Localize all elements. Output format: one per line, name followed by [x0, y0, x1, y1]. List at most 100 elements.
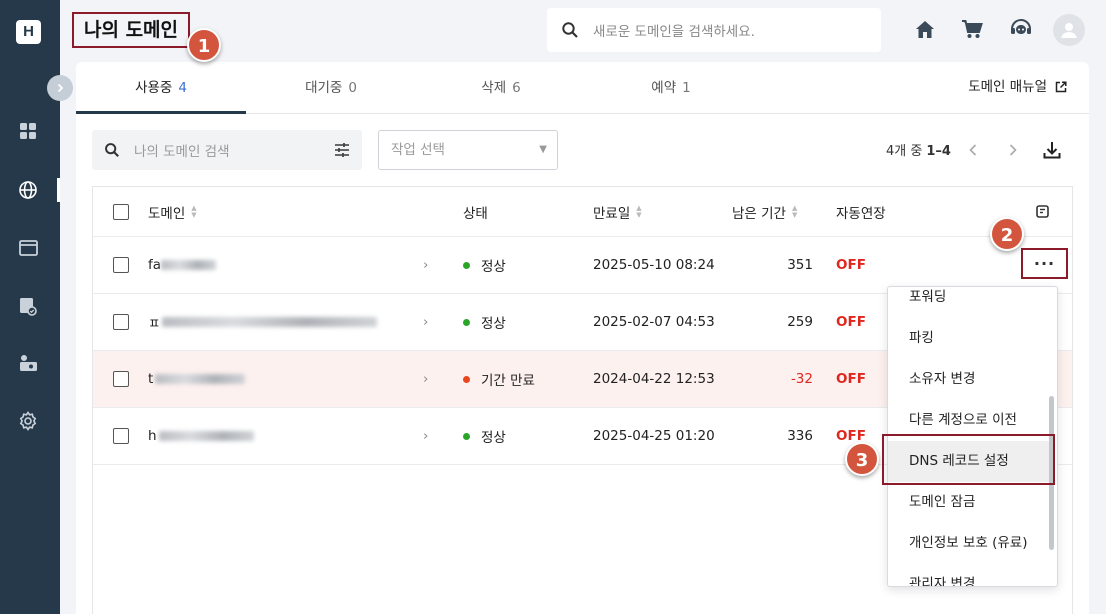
domain-prefix: fa	[148, 257, 162, 273]
certificate-icon[interactable]	[17, 295, 39, 317]
row-chevron-icon[interactable]: ›	[423, 351, 428, 407]
tab-count: 0	[348, 80, 357, 96]
column-autorenew: 자동연장	[836, 187, 886, 236]
logo[interactable]: H	[16, 20, 41, 44]
autorenew-status[interactable]: OFF	[836, 351, 866, 407]
column-settings-icon	[1036, 204, 1049, 218]
search-icon	[105, 143, 119, 157]
tab-in-use[interactable]: 사용중 4	[76, 62, 246, 114]
step-marker-3: 3	[845, 442, 879, 476]
globe-icon[interactable]	[17, 179, 39, 201]
user-avatar[interactable]	[1053, 14, 1085, 46]
row-more-button[interactable]: ···	[1021, 248, 1068, 279]
filter-placeholder: 나의 도메인 검색	[134, 144, 230, 160]
column-expiry[interactable]: 만료일 ▲ ▼	[593, 187, 642, 236]
select-all-checkbox[interactable]	[113, 203, 129, 220]
menu-item-owner-change[interactable]: 소유자 변경	[888, 359, 1053, 400]
step-marker-2: 2	[990, 217, 1024, 251]
status-label: 정상	[481, 430, 506, 446]
window-icon[interactable]	[17, 237, 39, 259]
menu-item-forwarding[interactable]: 포워딩	[888, 287, 1053, 318]
remaining-days: 351	[787, 257, 813, 273]
tab-label: 삭제	[481, 80, 507, 96]
tab-label: 사용중	[135, 80, 173, 96]
settings-icon[interactable]	[17, 410, 39, 432]
user-icon	[1061, 23, 1077, 38]
row-chevron-icon[interactable]: ›	[423, 408, 428, 464]
download-button[interactable]	[1042, 140, 1062, 160]
tab-reserved[interactable]: 예약 1	[586, 62, 756, 114]
sort-icon: ▲ ▼	[191, 203, 197, 219]
expiry-date: 2025-02-07 04:53	[593, 314, 715, 330]
more-horizontal-icon: ···	[1033, 254, 1056, 273]
tab-label: 예약	[651, 80, 677, 96]
status-label: 정상	[481, 259, 506, 275]
action-select-value: 작업 선택	[391, 142, 445, 158]
search-icon	[562, 22, 578, 38]
tab-bar: 사용중 4 대기중 0 삭제 6 예약 1 도메인 매뉴얼	[76, 62, 1089, 114]
status: 기간 만료	[463, 351, 535, 407]
home-icon[interactable]	[912, 16, 938, 42]
dashboard-icon[interactable]	[17, 120, 39, 142]
tab-count: 1	[682, 80, 691, 96]
column-domain[interactable]: 도메인 ▲ ▼	[148, 187, 197, 236]
external-link-icon	[1055, 81, 1067, 93]
column-remaining[interactable]: 남은 기간 ▲ ▼	[732, 187, 797, 236]
row-chevron-icon[interactable]: ›	[423, 237, 428, 293]
support-chat-icon[interactable]	[1008, 16, 1034, 42]
status-label: 기간 만료	[481, 373, 535, 389]
domain-name[interactable]: fa	[148, 237, 217, 293]
domain-prefix: h	[148, 428, 157, 444]
column-status-label: 상태	[463, 205, 488, 222]
autorenew-status[interactable]: OFF	[836, 237, 866, 293]
filter-options-icon[interactable]	[334, 143, 350, 157]
domain-name[interactable]: t	[148, 351, 246, 407]
menu-item-admin-change[interactable]: 관리자 변경	[888, 564, 1053, 586]
status-dot	[463, 432, 470, 440]
page-title: 나의 도메인	[72, 12, 190, 48]
expiry-date: 2025-05-10 08:24	[593, 257, 715, 273]
domain-name[interactable]: h	[148, 408, 254, 464]
status-dot	[463, 375, 470, 383]
menu-item-parking[interactable]: 파킹	[888, 318, 1053, 359]
manual-link-label: 도메인 매뉴얼	[968, 79, 1047, 95]
row-checkbox[interactable]	[113, 428, 129, 444]
search-placeholder: 새로운 도메인을 검색하세요.	[593, 24, 755, 40]
column-status: 상태	[463, 187, 488, 236]
row-checkbox[interactable]	[113, 314, 129, 330]
redacted-domain	[158, 431, 254, 441]
autorenew-status[interactable]: OFF	[836, 294, 866, 350]
prev-page-button[interactable]	[963, 140, 983, 160]
status-label: 정상	[481, 316, 506, 332]
cart-icon[interactable]	[959, 16, 985, 42]
row-chevron-icon[interactable]: ›	[423, 294, 428, 350]
remaining-days: 259	[787, 314, 813, 330]
menu-item-privacy-protection[interactable]: 개인정보 보호 (유료)	[888, 523, 1053, 564]
next-page-button[interactable]	[1003, 140, 1023, 160]
redacted-domain	[155, 374, 246, 384]
column-settings-button[interactable]	[1036, 187, 1050, 236]
expiry-date: 2024-04-22 12:53	[593, 371, 715, 387]
sort-icon: ▲ ▼	[791, 203, 798, 219]
remaining-days: -32	[790, 371, 813, 387]
column-expiry-label: 만료일	[593, 205, 631, 222]
pagination-prefix: 4개 중	[886, 144, 923, 159]
billing-icon[interactable]	[17, 352, 39, 374]
tab-count: 4	[178, 80, 187, 96]
domain-name[interactable]: ㅍ	[148, 294, 378, 350]
caret-down-icon: ▼	[539, 144, 547, 155]
row-checkbox[interactable]	[113, 371, 129, 387]
domain-manual-link[interactable]: 도메인 매뉴얼	[968, 62, 1067, 112]
chevron-right-icon	[1009, 144, 1017, 156]
row-checkbox[interactable]	[113, 257, 129, 273]
remaining-days: 336	[787, 428, 813, 444]
tab-deleted[interactable]: 삭제 6	[416, 62, 586, 114]
redacted-domain	[161, 260, 217, 270]
tab-pending[interactable]: 대기중 0	[246, 62, 416, 114]
menu-item-domain-lock[interactable]: 도메인 잠금	[888, 482, 1053, 523]
expand-sidebar-button[interactable]	[47, 75, 73, 101]
domain-search-bar[interactable]: 새로운 도메인을 검색하세요.	[547, 8, 881, 52]
chevron-left-icon	[969, 144, 977, 156]
action-select[interactable]: 작업 선택 ▼	[378, 130, 558, 170]
my-domain-search-input[interactable]: 나의 도메인 검색	[92, 130, 362, 170]
